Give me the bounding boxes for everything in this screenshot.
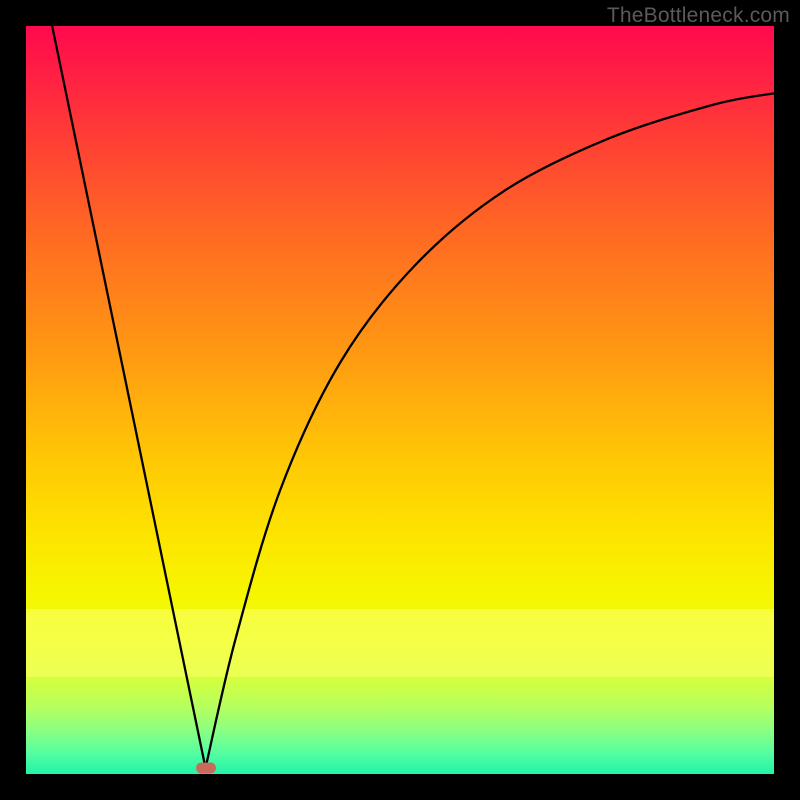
bottleneck-curve xyxy=(26,26,774,774)
plot-area xyxy=(26,26,774,774)
watermark-text: TheBottleneck.com xyxy=(607,4,790,28)
minimum-marker xyxy=(196,763,216,774)
